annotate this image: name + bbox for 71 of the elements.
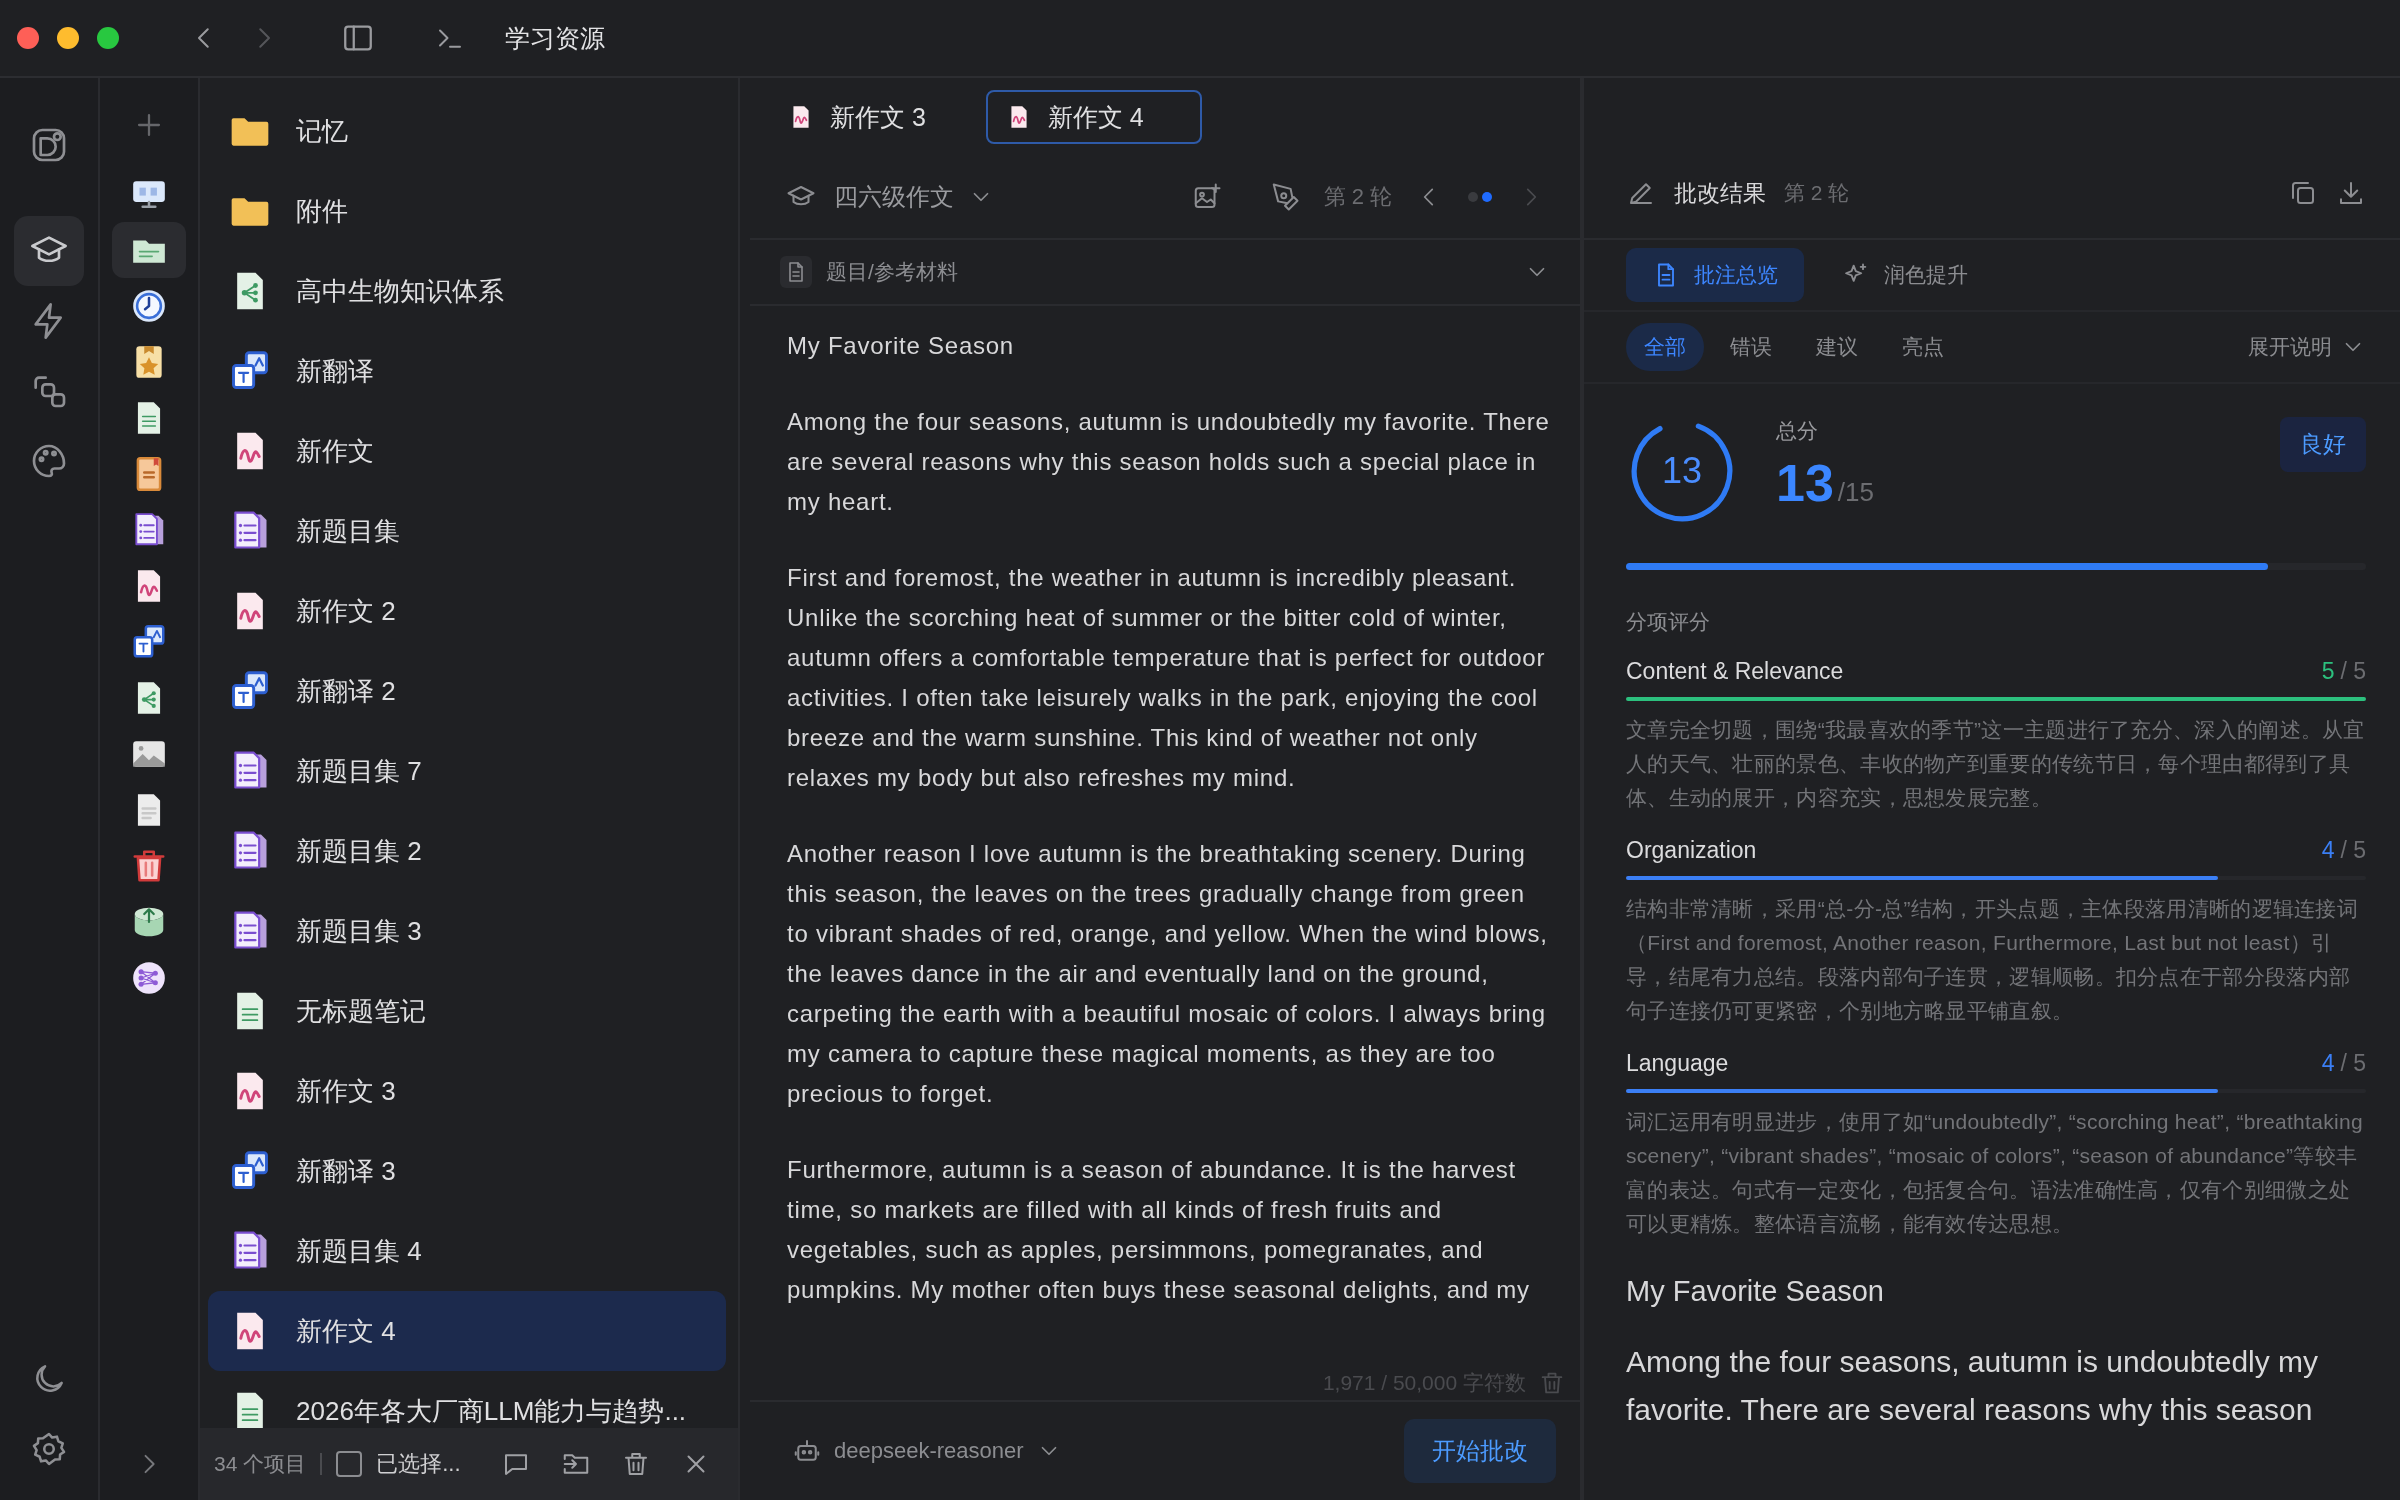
criterion-name: Organization [1626,837,1757,864]
section-label: 分项评分 [1626,609,1711,635]
criterion-max: / 5 [2340,837,2366,864]
filter-tab[interactable]: 建议 [1798,323,1876,371]
selected-label: 已选择... [376,1450,461,1478]
file-item[interactable]: 新题目集 7 [208,731,726,811]
view-tab[interactable]: 批注总览 [1626,248,1804,302]
reference-label[interactable]: 题目/参考材料 [826,258,1510,286]
total-score: 13 [1776,453,1834,513]
criterion-max: / 5 [2340,1050,2366,1077]
view-tab[interactable]: 润色提升 [1816,248,1994,302]
page-dot[interactable] [1482,192,1492,202]
preview-title: My Favorite Season [1626,1275,1885,1308]
file-item[interactable]: 新作文 4 [208,1291,726,1371]
file-item[interactable]: 2026年各大厂商LLM能力与趋势... [208,1371,726,1428]
select-checkbox[interactable] [336,1451,363,1477]
essay-type-dropdown[interactable]: 四六级作文 [834,181,954,213]
grade-badge: 良好 [2280,417,2366,472]
round-label: 第 2 轮 [1784,180,1850,206]
document-tab[interactable]: 新作文 4 [985,90,1202,144]
file-item[interactable]: 新题目集 [208,491,726,571]
criterion-name: Content & Relevance [1626,658,1844,685]
total-label: 总分 [1776,418,1819,444]
panel-title: 批改结果 [1674,178,1766,208]
window-title: 学习资源 [505,22,605,54]
file-item[interactable]: 新作文 [208,411,726,491]
document-tab[interactable]: 新作文 3 [768,90,946,144]
criterion-score: 4 [2321,837,2335,864]
file-item[interactable]: 新翻译 2 [208,651,726,731]
criterion-name: Language [1626,1050,1729,1077]
zoom-window-button[interactable] [97,27,119,49]
file-item[interactable]: 新题目集 3 [208,891,726,971]
file-item[interactable]: 新翻译 3 [208,1131,726,1211]
start-grading-button[interactable]: 开始批改 [1404,1419,1556,1483]
round-label: 第 2 轮 [1323,183,1392,211]
expand-notes-toggle[interactable]: 展开说明 [2248,333,2332,361]
document-icon [780,256,812,288]
filter-tab[interactable]: 错误 [1712,323,1790,371]
essay-paragraph: Among the four seasons, autumn is undoubtedly my favorite. There are several reasons why this season holds such a special place in my heart. [787,407,1551,517]
criterion-score: 4 [2321,1050,2335,1077]
criterion-comment: 结构非常清晰，采用“总-分-总”结构，开头点题，主体段落用清晰的逻辑连接词（First and foremost, Another reason, Furthermore, Last but not least）引导，结尾有力总结。段落内部句子连贯，逻辑顺畅。扣分点在于部分段落内部句子连接仍可更紧密，个别地方略显平铺直叙。 [1626,896,2360,1024]
file-item[interactable]: 新作文 3 [208,1051,726,1131]
graduation-cap-icon[interactable] [14,216,84,286]
essay-paragraph: Another reason I love autumn is the breathtaking scenery. During this season, the leaves on the trees gradually change from green to vibrant shades of red, orange, and yellow. When the wind blows, the leaves dance in the air and eventually land on the ground, carpeting the earth with a beautiful mosaic of colors. I always bring my camera to capture these magical moments, as they are too precious to forget. [787,839,1549,1109]
file-item[interactable]: 新题目集 2 [208,811,726,891]
file-item[interactable]: 新翻译 [208,331,726,411]
preview-paragraph: Among the four seasons, autumn is undoubtedly my favorite. There are several reasons why this season [1626,1344,2320,1428]
page-dot[interactable] [1468,192,1478,202]
max-score: /15 [1837,477,1874,508]
minimize-window-button[interactable] [57,27,79,49]
criterion-comment: 词汇运用有明显进步，使用了如“undoubtedly”, “scorching heat”, “breathtaking scenery”, “vibrant shades”, “mosaic of colors”, “season of abundance”等较丰富的表达。句式有一定变化，包括复合句。语法准确性高，仅有个别细微之处可以更精炼。整体语言流畅，能有效传达思想。 [1626,1109,2364,1237]
item-count: 34 个项目 [214,1451,307,1477]
essay-title: My Favorite Season [787,331,1015,361]
filter-tab[interactable]: 亮点 [1884,323,1962,371]
criterion-max: / 5 [2340,658,2366,685]
criterion-score: 5 [2321,658,2335,685]
criterion-comment: 文章完全切题，围绕“我最喜欢的季节”这一主题进行了充分、深入的阐述。从宜人的天气、壮丽的景色、丰收的物产到重要的传统节日，每个理由都得到了具体、生动的展开，内容充实，思想发展完整。 [1626,717,2366,811]
essay-paragraph: First and foremost, the weather in autumn is incredibly pleasant. Unlike the scorching heat of summer or the bitter cold of winter, autumn offers a comfortable temperature that is perfect for outdoor activities. I often take leisurely walks in the park, enjoying the cool breeze and the warm sunshine. This kind of weather not only relaxes my body but also refreshes my mind. [787,563,1547,793]
file-item[interactable]: 记忆 [208,91,726,171]
close-window-button[interactable] [17,27,39,49]
settings-icon[interactable] [30,1430,68,1468]
file-item[interactable]: 高中生物知识体系 [208,251,726,331]
file-item[interactable]: 新作文 2 [208,571,726,651]
document-folder-icon[interactable] [112,222,186,278]
model-dropdown[interactable]: deepseek-reasoner [834,1438,1024,1464]
file-item[interactable]: 新题目集 4 [208,1211,726,1291]
file-item[interactable]: 无标题笔记 [208,971,726,1051]
ring-score: 13 [1660,451,1703,491]
file-item[interactable]: 附件 [208,171,726,251]
essay-paragraph: Furthermore, autumn is a season of abundance. It is the harvest time, so markets are filled with all kinds of fresh fruits and vegetables, such as apples, persimmons, pomegranates, and pumpkins. My mother often buys these seasonal delights, and my [787,1155,1531,1305]
filter-tab[interactable]: 全部 [1626,323,1704,371]
